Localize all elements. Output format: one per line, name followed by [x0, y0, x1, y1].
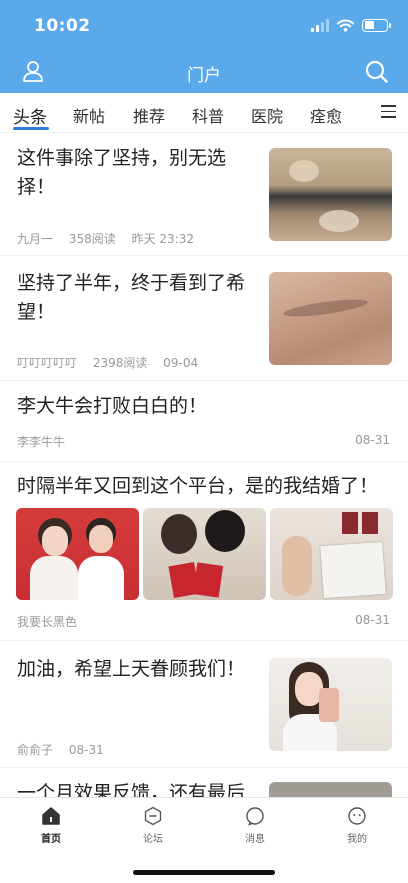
- tab-recommended[interactable]: 推荐: [133, 103, 165, 127]
- status-time: 10:02: [34, 16, 91, 36]
- tab-bar-messages[interactable]: 消息: [225, 806, 285, 845]
- article-thumbnail[interactable]: [269, 272, 392, 365]
- cellular-signal-icon: [311, 18, 329, 32]
- article-reads: 358阅读: [68, 232, 116, 246]
- list-item[interactable]: 坚持了半年，终于看到了希望！ 叮叮叮叮叮 2398阅读 09-04: [0, 256, 408, 381]
- article-meta: 李李牛牛: [17, 433, 77, 450]
- article-meta: 九月一 358阅读 昨天 23:32: [17, 230, 206, 247]
- tab-bar-home[interactable]: 首页: [21, 806, 81, 845]
- article-time: 08-31: [355, 613, 390, 627]
- list-item[interactable]: 时隔半年又回到这个平台，是的我结婚了！ 我要长黑色 08-31: [0, 462, 408, 641]
- tab-headlines[interactable]: 头条: [13, 103, 47, 128]
- list-item[interactable]: 加油，希望上天眷顾我们！ 俞俞子 08-31: [0, 641, 408, 768]
- article-meta: 我要长黑色: [17, 613, 89, 630]
- article-author: 九月一: [17, 232, 54, 246]
- tab-bar-label: 我的: [347, 834, 367, 845]
- article-time: 昨天 23:32: [131, 232, 194, 246]
- article-author: 俞俞子: [17, 743, 54, 757]
- article-thumbnail[interactable]: [269, 148, 392, 241]
- list-item[interactable]: 李大牛会打败白白的！ 李李牛牛 08-31: [0, 381, 408, 462]
- article-meta: 俞俞子 08-31: [17, 741, 116, 758]
- article-meta: 叮叮叮叮叮 2398阅读 09-04: [17, 354, 210, 371]
- tab-new-posts[interactable]: 新帖: [73, 103, 105, 127]
- article-author: 我要长黑色: [17, 615, 78, 629]
- tab-active-indicator: [13, 127, 49, 130]
- article-title[interactable]: 这件事除了坚持，别无选择！: [17, 144, 257, 202]
- category-tabs: 头条 新帖 推荐 科普 医院 痊愈: [0, 93, 408, 133]
- tab-bar-label: 首页: [41, 834, 61, 845]
- tab-hospital[interactable]: 医院: [251, 103, 283, 127]
- tab-bar-label: 论坛: [143, 834, 163, 845]
- article-thumbnail[interactable]: [143, 508, 266, 600]
- article-time: 09-04: [163, 356, 199, 370]
- article-title[interactable]: 李大牛会打败白白的！: [17, 392, 387, 421]
- tab-science[interactable]: 科普: [192, 103, 224, 127]
- page-title: 门户: [187, 66, 221, 86]
- article-thumbnail[interactable]: [270, 508, 393, 600]
- battery-icon: [362, 18, 391, 32]
- article-time: 08-31: [68, 743, 104, 757]
- article-author: 李李牛牛: [17, 435, 66, 449]
- article-author: 叮叮叮叮叮: [17, 356, 78, 370]
- tab-bar-profile[interactable]: 我的: [327, 806, 387, 845]
- message-icon: [246, 807, 264, 826]
- forum-icon: [144, 806, 162, 826]
- home-indicator: [133, 870, 275, 875]
- tab-bar-label: 消息: [245, 834, 265, 845]
- home-icon: [42, 807, 60, 825]
- wifi-icon: [337, 19, 354, 32]
- article-reads: 2398阅读: [92, 356, 148, 370]
- profile-icon: [348, 807, 366, 825]
- article-thumbnail[interactable]: [269, 658, 392, 751]
- article-title[interactable]: 加油，希望上天眷顾我们！: [17, 655, 257, 684]
- article-title[interactable]: 坚持了半年，终于看到了希望！: [17, 269, 257, 327]
- menu-icon[interactable]: [381, 105, 396, 119]
- article-thumbnail[interactable]: [16, 508, 139, 600]
- list-item[interactable]: 这件事除了坚持，别无选择！ 九月一 358阅读 昨天 23:32: [0, 134, 408, 256]
- search-icon[interactable]: [365, 60, 388, 83]
- tab-bar-forum[interactable]: 论坛: [123, 806, 183, 845]
- status-icons: [311, 17, 391, 33]
- app-header: 10:02 门户: [0, 0, 408, 93]
- tab-recovery[interactable]: 痊愈: [310, 103, 342, 127]
- article-title[interactable]: 时隔半年又回到这个平台，是的我结婚了！: [17, 472, 397, 501]
- article-time: 08-31: [355, 433, 390, 447]
